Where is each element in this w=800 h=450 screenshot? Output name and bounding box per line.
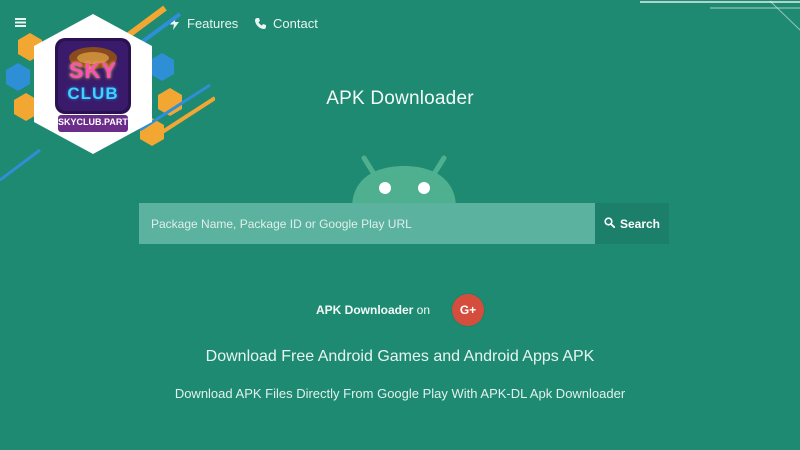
social-label: APK Downloader on: [316, 303, 430, 317]
google-plus-icon: G+: [459, 303, 477, 317]
logo-text-sky: SKY: [68, 58, 118, 83]
phone-icon: [254, 17, 267, 30]
social-label-rest: on: [413, 303, 431, 317]
nav-item-label: Contact: [273, 16, 318, 31]
social-row: APK Downloader on G+: [0, 294, 800, 326]
subheadline: Download APK Files Directly From Google …: [174, 386, 626, 401]
headline: Download Free Android Games and Android …: [205, 348, 595, 365]
corner-decoration: [640, 0, 800, 31]
google-plus-button[interactable]: G+: [452, 294, 485, 326]
logo-domain: SKYCLUB.PARTY: [58, 117, 134, 127]
social-label-bold: APK Downloader: [315, 303, 414, 317]
search-button-label: Search: [619, 216, 661, 231]
search-button[interactable]: Search: [595, 203, 669, 244]
page-title: APK Downloader: [326, 88, 474, 109]
nav-item-contact[interactable]: Contact: [254, 16, 318, 31]
search-icon: [604, 216, 616, 231]
search-bar: Search: [139, 203, 669, 244]
android-icon: [352, 155, 456, 208]
search-input[interactable]: [139, 203, 595, 244]
